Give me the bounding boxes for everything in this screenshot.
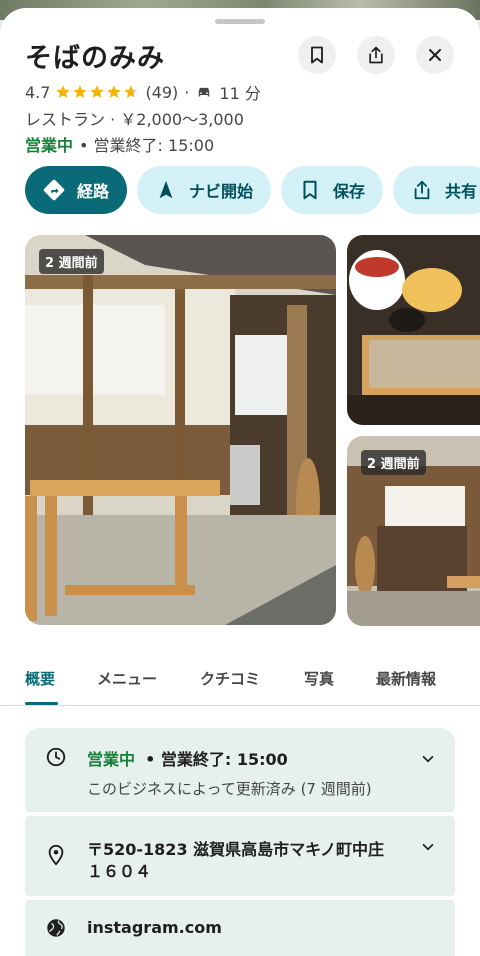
bookmark-icon: [311, 46, 323, 64]
hours-close: • 営業終了: 15:00: [145, 750, 288, 769]
website-link[interactable]: instagram.com: [87, 918, 222, 937]
share-icon-button[interactable]: [357, 36, 395, 74]
tab-bar: 概要 メニュー クチコミ 写真 最新情報: [0, 658, 480, 706]
website-card[interactable]: instagram.com: [25, 900, 455, 956]
open-status: 営業中: [25, 136, 74, 155]
directions-label: 経路: [77, 182, 110, 201]
share-icon: [414, 180, 430, 200]
drive-time: 11 分: [219, 84, 261, 103]
photo-age-badge: 2 週間前: [39, 249, 104, 274]
drag-handle[interactable]: [215, 19, 265, 24]
hours-status-row: 営業中 • 営業終了: 15:00: [25, 132, 214, 156]
review-count: (49): [145, 82, 179, 102]
share-label: 共有: [445, 182, 478, 201]
active-tab-indicator: [25, 702, 58, 705]
location-pin-icon: [48, 844, 64, 866]
tab-updates[interactable]: 最新情報: [376, 668, 436, 689]
directions-icon: [43, 179, 65, 201]
action-chips: 経路 ナビ開始 保存 共有: [25, 166, 480, 214]
start-navigation-label: ナビ開始: [189, 182, 254, 201]
star-half-icon: [124, 85, 139, 98]
address-line-2: １６０４: [87, 862, 152, 881]
tab-photos[interactable]: 写真: [304, 668, 334, 689]
separator-dot: ·: [184, 82, 190, 102]
place-sheet: そばのみみ 4.7 (49) · 11 分 レストラン · ￥2,000～3,0…: [0, 8, 480, 956]
soba-dish-photo: [347, 235, 480, 425]
photo-age-badge: 2 週間前: [361, 450, 426, 475]
save-button[interactable]: 保存: [281, 166, 384, 214]
close-time: • 営業終了: 15:00: [79, 136, 215, 155]
tab-reviews[interactable]: クチコミ: [200, 668, 260, 689]
close-button[interactable]: [416, 36, 454, 74]
place-title: そばのみみ: [25, 43, 165, 74]
start-navigation-button[interactable]: ナビ開始: [137, 166, 272, 214]
save-icon-button[interactable]: [298, 36, 336, 74]
star-icon: [73, 85, 88, 98]
chevron-down-icon[interactable]: [419, 750, 437, 768]
hours-updated: このビジネスによって更新済み (7 週間前): [87, 780, 372, 798]
save-label: 保存: [333, 182, 366, 201]
rating-row[interactable]: 4.7 (49) · 11 分: [25, 80, 261, 104]
address-line-1: 〒520-1823 滋賀県高島市マキノ町中庄: [87, 840, 385, 859]
clock-icon: [46, 747, 66, 767]
tab-menu[interactable]: メニュー: [97, 668, 157, 689]
car-icon: [199, 87, 210, 97]
main-photo[interactable]: 2 週間前: [25, 235, 336, 625]
share-button[interactable]: 共有: [393, 166, 480, 214]
star-icon: [56, 85, 71, 98]
chevron-down-icon[interactable]: [419, 838, 437, 856]
food-photo[interactable]: [347, 235, 480, 425]
star-rating: [55, 84, 140, 100]
storefront-side-photo[interactable]: 2 週間前: [347, 436, 480, 626]
hours-card[interactable]: 営業中 • 営業終了: 15:00 このビジネスによって更新済み (7 週間前): [25, 728, 455, 812]
tab-overview[interactable]: 概要: [25, 668, 55, 689]
star-icon: [90, 85, 105, 98]
storefront-photo: [25, 235, 336, 625]
close-icon: [429, 49, 441, 61]
star-icon: [107, 85, 122, 98]
address-card[interactable]: 〒520-1823 滋賀県高島市マキノ町中庄 １６０４: [25, 816, 455, 896]
rating-value: 4.7: [25, 82, 51, 102]
bookmark-icon: [303, 180, 317, 200]
category-price: レストラン · ￥2,000～3,000: [25, 110, 244, 129]
share-icon: [369, 46, 383, 64]
hours-open: 営業中: [87, 750, 136, 769]
globe-icon: [47, 919, 65, 937]
hours-status: 営業中 • 営業終了: 15:00: [87, 746, 288, 770]
navigation-arrow-icon: [159, 180, 173, 199]
directions-button[interactable]: 経路: [25, 166, 128, 214]
